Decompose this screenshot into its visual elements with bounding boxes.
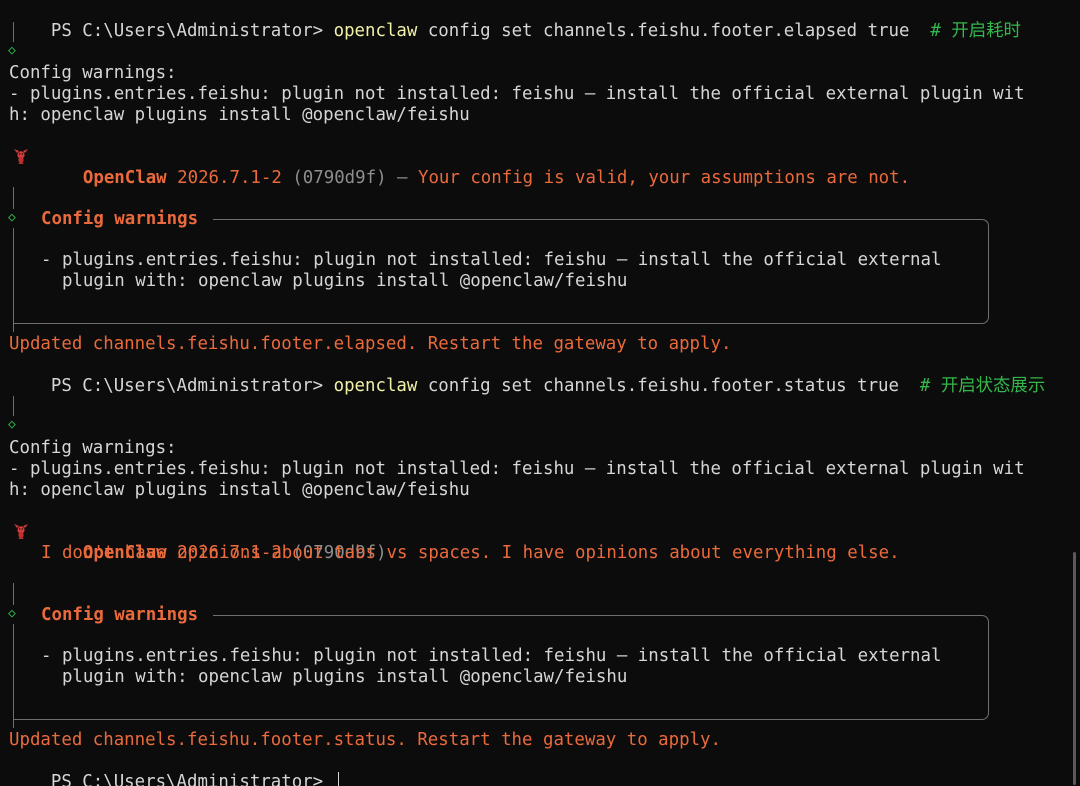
prompt-line-2: PS C:\Users\Administrator> openclaw conf… [9,355,1045,396]
config-warning-line-wrap: h: openclaw plugins install @openclaw/fe… [9,105,470,125]
tree-gutter-line [13,187,14,209]
command-args: config set channels.feishu.footer.status… [417,376,920,396]
command-name: openclaw [333,21,418,41]
box-warning-line: - plugins.entries.feishu: plugin not ins… [41,250,942,270]
text-cursor [337,772,339,786]
box-warning-line-wrap: plugin with: openclaw plugins install @o… [41,271,628,291]
command-comment: # 开启耗时 [930,21,1021,41]
banner-separator: — [386,168,418,188]
banner-tagline: Your config is valid, your assumptions a… [417,168,911,188]
warnings-box-top-border [213,219,981,220]
config-warnings-header: Config warnings: [9,63,177,83]
command-args: config set channels.feishu.footer.elapse… [417,21,931,41]
prompt-line-3[interactable]: PS C:\Users\Administrator> [9,751,339,786]
updated-message-1: Updated channels.feishu.footer.elapsed. … [9,334,732,354]
openclaw-banner-1: OpenClaw 2026.7.1-2 (0790d9f) — Your con… [41,147,910,188]
tree-gutter-line [13,22,14,42]
banner-tagline: I don't have opinions about tabs vs spac… [41,543,900,563]
command-name: openclaw [333,376,418,396]
box-warning-line-wrap: plugin with: openclaw plugins install @o… [41,667,628,687]
diamond-icon: ◇ [8,606,16,621]
config-warning-line: - plugins.entries.feishu: plugin not ins… [9,84,1025,104]
banner-name: OpenClaw [82,168,167,188]
prompt-text: PS C:\Users\Administrator> [50,772,334,786]
diamond-icon: ◇ [8,417,16,432]
tree-gutter-line [13,583,14,605]
diamond-icon: ◇ [8,43,16,58]
prompt-text: PS C:\Users\Administrator> [50,376,334,396]
box-warning-line: - plugins.entries.feishu: plugin not ins… [41,646,942,666]
terminal-window[interactable]: PS C:\Users\Administrator> openclaw conf… [0,0,1080,786]
updated-message-2: Updated channels.feishu.footer.status. R… [9,730,721,750]
prompt-text: PS C:\Users\Administrator> [50,21,334,41]
config-warning-line-wrap: h: openclaw plugins install @openclaw/fe… [9,480,470,500]
openclaw-banner-2: OpenClaw 2026.7.1-2 (0790d9f) [41,522,387,563]
diamond-icon: ◇ [8,210,16,225]
command-comment: # 开启状态展示 [919,376,1046,396]
lobster-icon [14,149,28,164]
scrollbar[interactable] [1073,552,1076,785]
banner-version: 2026.7.1-2 [177,168,282,188]
prompt-line-1: PS C:\Users\Administrator> openclaw conf… [9,0,1021,41]
config-warnings-header: Config warnings: [9,438,177,458]
tree-gutter-line [13,396,14,416]
banner-hash: (0790d9f) [292,168,387,188]
warnings-box-top-border [213,615,981,616]
lobster-icon [14,524,28,539]
config-warning-line: - plugins.entries.feishu: plugin not ins… [9,459,1025,479]
